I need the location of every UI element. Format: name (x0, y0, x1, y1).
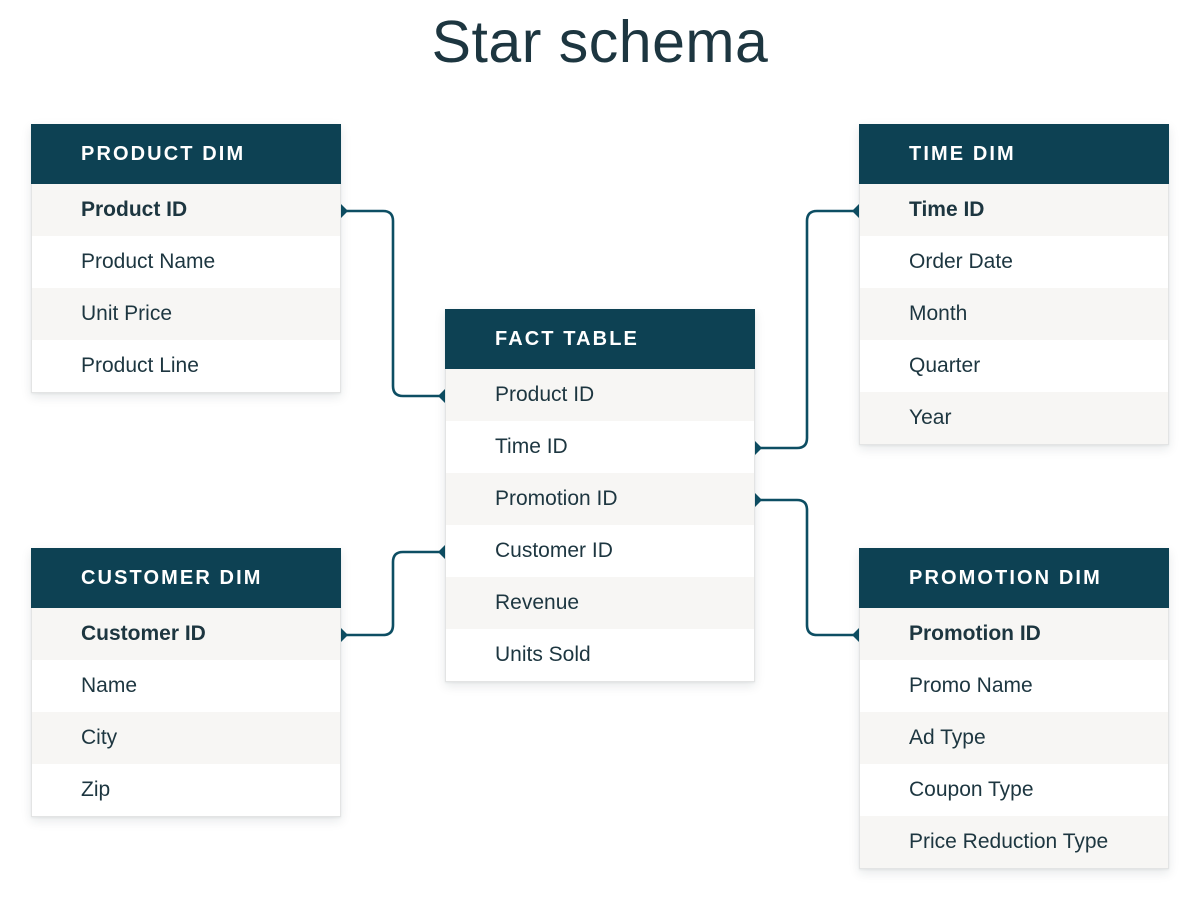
field-label: Unit Price (81, 302, 173, 325)
field-label: Time ID (909, 198, 985, 221)
table-row[interactable]: Customer ID (32, 608, 340, 660)
table-time-dim[interactable]: TIME DIM Time ID Order Date Month Quarte… (859, 124, 1169, 445)
table-body-promotion-dim: Promotion ID Promo Name Ad Type Coupon T… (859, 608, 1169, 869)
field-label: Ad Type (909, 726, 986, 749)
table-row[interactable]: Time ID (446, 421, 754, 473)
table-row[interactable]: Product ID (32, 184, 340, 236)
table-row[interactable]: Time ID (860, 184, 1168, 236)
table-row[interactable]: Unit Price (32, 288, 340, 340)
table-body-product-dim: Product ID Product Name Unit Price Produ… (31, 184, 341, 393)
table-customer-dim[interactable]: CUSTOMER DIM Customer ID Name City Zip (31, 548, 341, 817)
field-label: Product Name (81, 250, 216, 273)
table-body-time-dim: Time ID Order Date Month Quarter Year (859, 184, 1169, 445)
connector-fact-to-promotion (748, 493, 866, 642)
field-label: Promotion ID (495, 487, 618, 510)
field-label: Customer ID (81, 622, 206, 645)
connector-fact-to-time (748, 204, 866, 455)
field-label: Year (909, 406, 952, 429)
field-label: City (81, 726, 118, 749)
table-header-customer-dim: CUSTOMER DIM (31, 548, 341, 608)
table-row[interactable]: Product ID (446, 369, 754, 421)
field-label: Product Line (81, 354, 199, 377)
table-header-fact: FACT TABLE (445, 309, 755, 369)
table-row[interactable]: Product Line (32, 340, 340, 392)
field-label: Product ID (81, 198, 188, 221)
table-row[interactable]: Promo Name (860, 660, 1168, 712)
table-row[interactable]: Order Date (860, 236, 1168, 288)
field-label: Month (909, 302, 968, 325)
field-label: Promo Name (909, 674, 1033, 697)
connector-product-to-fact (334, 204, 452, 403)
field-label: Price Reduction Type (909, 830, 1109, 853)
field-label: Zip (81, 778, 111, 801)
table-row[interactable]: Quarter (860, 340, 1168, 392)
field-label: Time ID (495, 435, 568, 458)
table-row[interactable]: Zip (32, 764, 340, 816)
page-title: Star schema (431, 9, 769, 75)
table-header-promotion-dim: PROMOTION DIM (859, 548, 1169, 608)
table-row[interactable]: Ad Type (860, 712, 1168, 764)
connector-customer-to-fact (334, 545, 452, 642)
field-label: Order Date (909, 250, 1013, 273)
table-row[interactable]: Promotion ID (446, 473, 754, 525)
field-label: Promotion ID (909, 622, 1041, 645)
field-label: Coupon Type (909, 778, 1034, 801)
table-row[interactable]: Product Name (32, 236, 340, 288)
table-product-dim[interactable]: PRODUCT DIM Product ID Product Name Unit… (31, 124, 341, 393)
table-row[interactable]: Promotion ID (860, 608, 1168, 660)
table-row[interactable]: Name (32, 660, 340, 712)
field-label: Units Sold (495, 643, 591, 666)
table-header-product-dim: PRODUCT DIM (31, 124, 341, 184)
table-body-customer-dim: Customer ID Name City Zip (31, 608, 341, 817)
table-row[interactable]: Month (860, 288, 1168, 340)
field-label: Revenue (495, 591, 580, 614)
field-label: Name (81, 674, 138, 697)
table-fact[interactable]: FACT TABLE Product ID Time ID Promotion … (445, 309, 755, 682)
field-label: Customer ID (495, 539, 613, 562)
table-row[interactable]: Revenue (446, 577, 754, 629)
table-row[interactable]: Customer ID (446, 525, 754, 577)
field-label: Product ID (495, 383, 595, 406)
table-promotion-dim[interactable]: PROMOTION DIM Promotion ID Promo Name Ad… (859, 548, 1169, 869)
field-label: Quarter (909, 354, 981, 377)
table-row[interactable]: Coupon Type (860, 764, 1168, 816)
table-header-time-dim: TIME DIM (859, 124, 1169, 184)
table-body-fact: Product ID Time ID Promotion ID Customer… (445, 369, 755, 682)
table-row[interactable]: Year (860, 392, 1168, 444)
table-row[interactable]: Units Sold (446, 629, 754, 681)
table-row[interactable]: Price Reduction Type (860, 816, 1168, 868)
table-row[interactable]: City (32, 712, 340, 764)
